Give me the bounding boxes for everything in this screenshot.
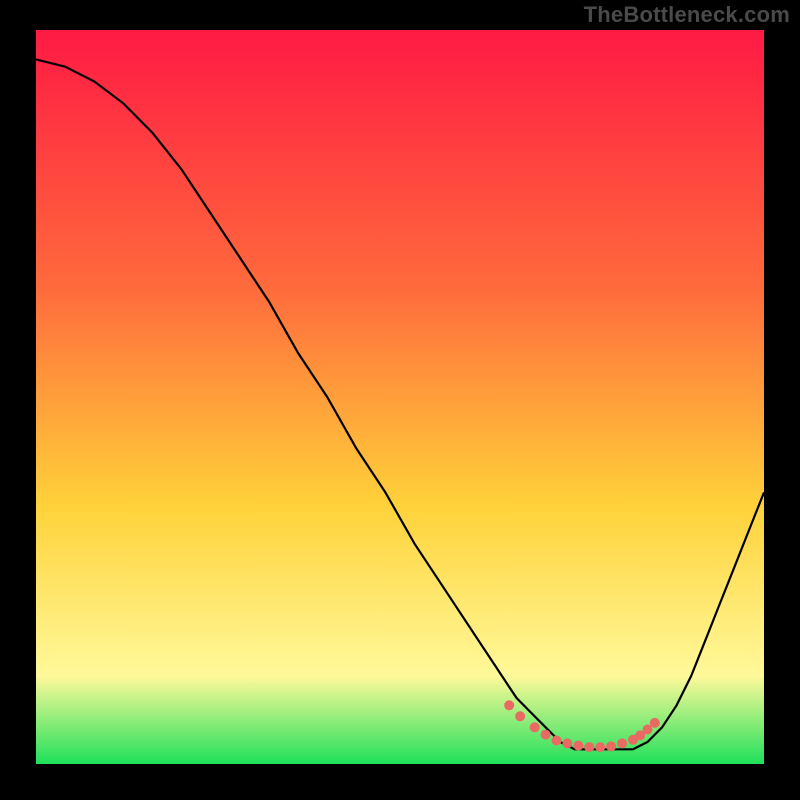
optimal-dot (650, 718, 660, 728)
optimal-dot (504, 700, 514, 710)
plot-inner (36, 30, 764, 764)
plot-area (36, 30, 764, 764)
optimal-dot (595, 742, 605, 752)
optimal-dot (562, 738, 572, 748)
optimal-dot (573, 741, 583, 751)
optimal-dot (584, 742, 594, 752)
watermark-text: TheBottleneck.com (584, 2, 790, 28)
optimal-dot (552, 736, 562, 746)
bottleneck-chart-svg (36, 30, 764, 764)
optimal-dot (515, 711, 525, 721)
optimal-dot (530, 722, 540, 732)
optimal-dot (606, 741, 616, 751)
chart-frame: TheBottleneck.com (0, 0, 800, 800)
optimal-dot (541, 730, 551, 740)
gradient-background (36, 30, 764, 764)
optimal-dot (617, 738, 627, 748)
